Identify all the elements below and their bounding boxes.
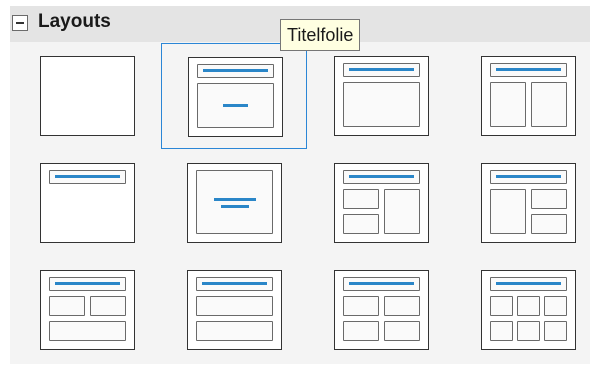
title-two-content-content-layout-icon bbox=[481, 163, 576, 243]
layouts-panel: Layouts Titelfolie bbox=[10, 6, 590, 364]
title-content-over-content-layout-icon bbox=[187, 270, 282, 350]
layout-title-content-over-content[interactable] bbox=[161, 257, 307, 363]
centered-text-layout-icon bbox=[187, 163, 282, 243]
collapse-icon[interactable] bbox=[12, 15, 28, 31]
layout-title-four-content[interactable] bbox=[308, 257, 454, 363]
minus-icon bbox=[16, 22, 24, 24]
layout-title-slide[interactable] bbox=[161, 43, 307, 149]
title-two-content-layout-icon bbox=[481, 56, 576, 136]
layout-title-content[interactable] bbox=[308, 43, 454, 149]
layout-title-two-content[interactable] bbox=[455, 43, 594, 149]
section-title: Layouts bbox=[38, 11, 111, 32]
layout-blank[interactable] bbox=[14, 43, 160, 149]
layout-title-only[interactable] bbox=[14, 150, 160, 256]
title-slide-layout-icon bbox=[188, 57, 283, 137]
layout-tooltip: Titelfolie bbox=[280, 19, 361, 51]
title-content-two-content-layout-icon bbox=[334, 163, 429, 243]
layout-title-six-content[interactable] bbox=[455, 257, 594, 363]
title-six-content-layout-icon bbox=[481, 270, 576, 350]
layout-centered-text[interactable] bbox=[161, 150, 307, 256]
title-content-layout-icon bbox=[334, 56, 429, 136]
title-only-layout-icon bbox=[40, 163, 135, 243]
title-four-content-layout-icon bbox=[334, 270, 429, 350]
blank-slide-icon bbox=[40, 56, 135, 136]
layout-title-two-content-content[interactable] bbox=[455, 150, 594, 256]
layout-title-two-over-one[interactable] bbox=[14, 257, 160, 363]
title-two-content-over-content-layout-icon bbox=[40, 270, 135, 350]
layout-title-content-two-content[interactable] bbox=[308, 150, 454, 256]
